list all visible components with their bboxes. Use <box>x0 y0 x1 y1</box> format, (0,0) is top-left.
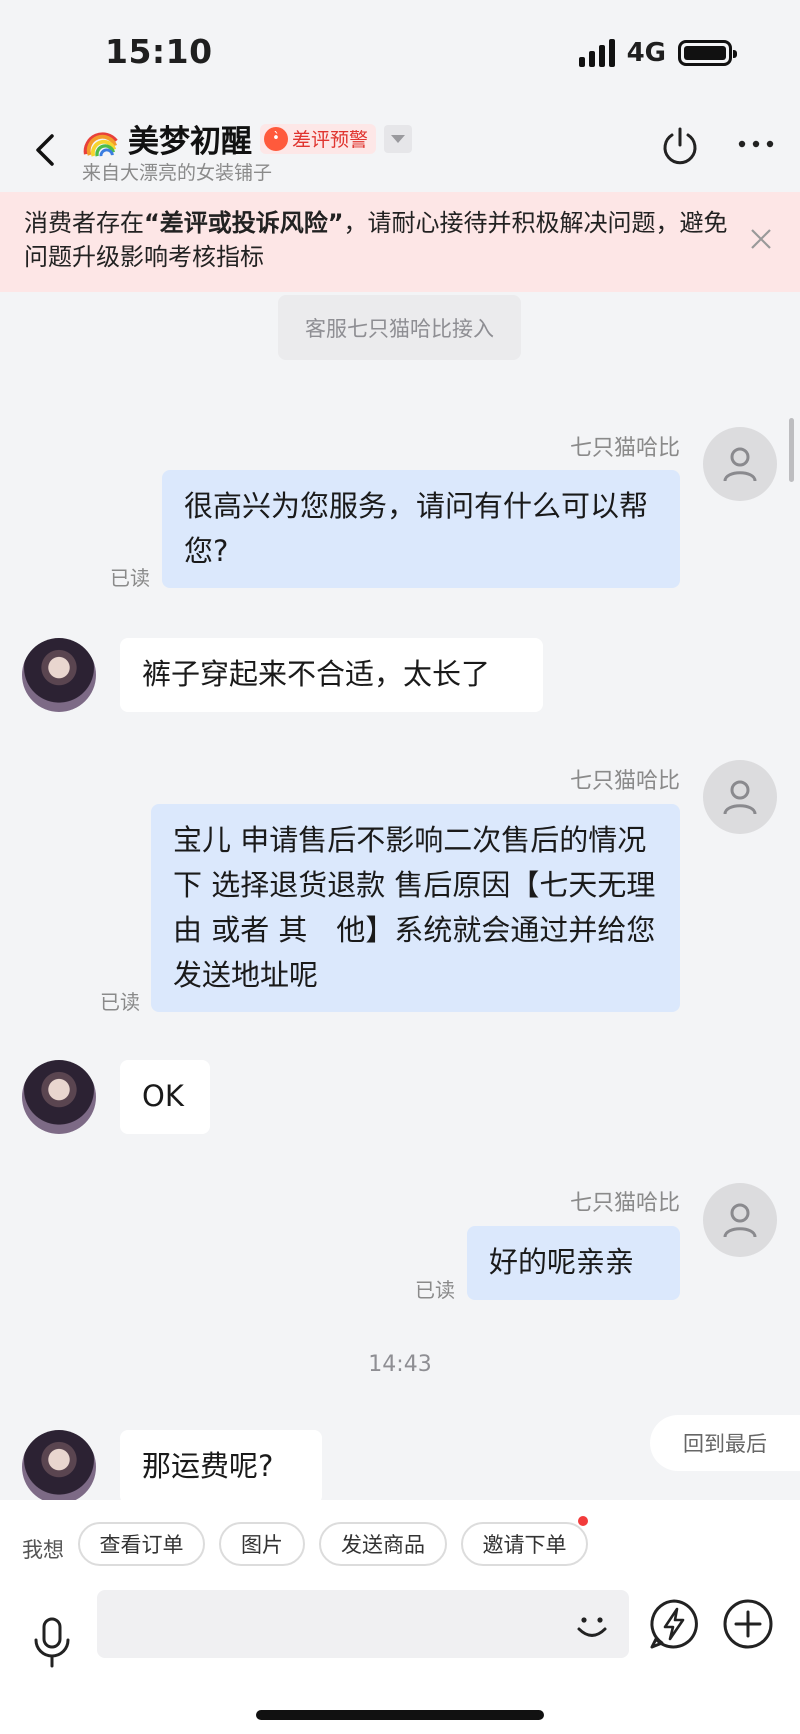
quick-actions-label: 我想 <box>22 1538 64 1562</box>
customer-avatar <box>22 1060 96 1134</box>
network-type: 4G <box>626 38 666 68</box>
notification-dot <box>578 1516 588 1526</box>
more-options-icon[interactable] <box>736 138 776 150</box>
banner-text-before: 消费者存在 <box>24 209 144 237</box>
input-bar <box>0 1590 800 1734</box>
chevron-down-icon[interactable] <box>384 124 413 153</box>
agent-avatar <box>703 1183 777 1257</box>
bad-review-warning-badge: •̀ 差评预警 <box>260 123 377 154</box>
chat-header: 美梦初醒 •̀ 差评预警 来自大漂亮的女装铺子 <box>0 110 800 192</box>
quick-reply-lightning-icon[interactable] <box>648 1598 700 1650</box>
close-icon[interactable] <box>750 228 772 250</box>
message-bubble-outgoing[interactable]: 宝儿 申请售后不影响二次售后的情况下 选择退货退款 售后原因【七天无理由 或者 … <box>151 804 680 1012</box>
battery-icon <box>678 40 737 66</box>
agent-joined-notice: 客服七只猫哈比接入 <box>278 295 521 360</box>
shop-subtitle: 来自大漂亮的女装铺子 <box>82 162 273 184</box>
badge-label: 差评预警 <box>292 129 369 151</box>
sender-name: 七只猫哈比 <box>569 436 680 461</box>
status-time: 15:10 <box>105 32 213 71</box>
message-input[interactable] <box>97 1590 629 1658</box>
microphone-icon[interactable] <box>30 1616 74 1670</box>
customer-avatar <box>22 638 96 712</box>
invite-order-chip[interactable]: 邀请下单 <box>461 1516 588 1566</box>
title-row: 美梦初醒 •̀ 差评预警 <box>82 116 413 161</box>
plus-icon[interactable] <box>722 1598 774 1650</box>
status-bar: 15:10 4G <box>0 0 800 110</box>
emoji-smile-icon[interactable] <box>570 1604 614 1648</box>
sender-name: 七只猫哈比 <box>569 769 680 794</box>
read-receipt: 已读 <box>415 1278 455 1302</box>
read-receipt: 已读 <box>100 990 140 1014</box>
image-chip[interactable]: 图片 <box>219 1522 305 1566</box>
send-product-chip[interactable]: 发送商品 <box>319 1522 447 1566</box>
user-silhouette-icon <box>723 780 757 815</box>
read-receipt: 已读 <box>110 566 150 590</box>
message-bubble-incoming[interactable]: OK <box>120 1060 210 1134</box>
status-icons: 4G <box>578 38 737 68</box>
back-to-latest-button[interactable]: 回到最后 <box>650 1415 800 1471</box>
view-order-chip[interactable]: 查看订单 <box>78 1522 205 1566</box>
time-separator: 14:43 <box>368 1352 432 1377</box>
message-bubble-incoming[interactable]: 那运费呢? <box>120 1430 322 1504</box>
customer-avatar <box>22 1430 96 1504</box>
agent-avatar <box>703 760 777 834</box>
message-bubble-incoming[interactable]: 裤子穿起来不合适，太长了 <box>120 638 543 712</box>
quick-actions-bar: 我想 查看订单 图片 发送商品 邀请下单 <box>0 1500 800 1590</box>
sender-name: 七只猫哈比 <box>569 1191 680 1216</box>
agent-avatar <box>703 427 777 501</box>
rainbow-icon <box>83 131 118 157</box>
signal-icon <box>578 39 615 67</box>
user-silhouette-icon <box>723 447 757 482</box>
angry-face-icon: •̀ <box>264 126 288 151</box>
back-arrow-icon[interactable] <box>26 130 66 170</box>
scrollbar[interactable] <box>789 418 794 482</box>
chat-title: 美梦初醒 <box>128 124 252 160</box>
message-bubble-outgoing[interactable]: 很高兴为您服务，请问有什么可以帮您? <box>162 470 680 588</box>
message-bubble-outgoing[interactable]: 好的呢亲亲 <box>467 1226 680 1300</box>
banner-text-bold: “差评或投诉风险” <box>144 209 344 237</box>
complaint-risk-banner: 消费者存在“差评或投诉风险”，请耐心接待并积极解决问题，避免问题升级影响考核指标 <box>0 192 800 292</box>
user-silhouette-icon <box>723 1203 757 1238</box>
chip-label: 邀请下单 <box>482 1533 567 1557</box>
end-session-power-icon[interactable] <box>660 126 700 166</box>
home-indicator <box>256 1710 544 1720</box>
